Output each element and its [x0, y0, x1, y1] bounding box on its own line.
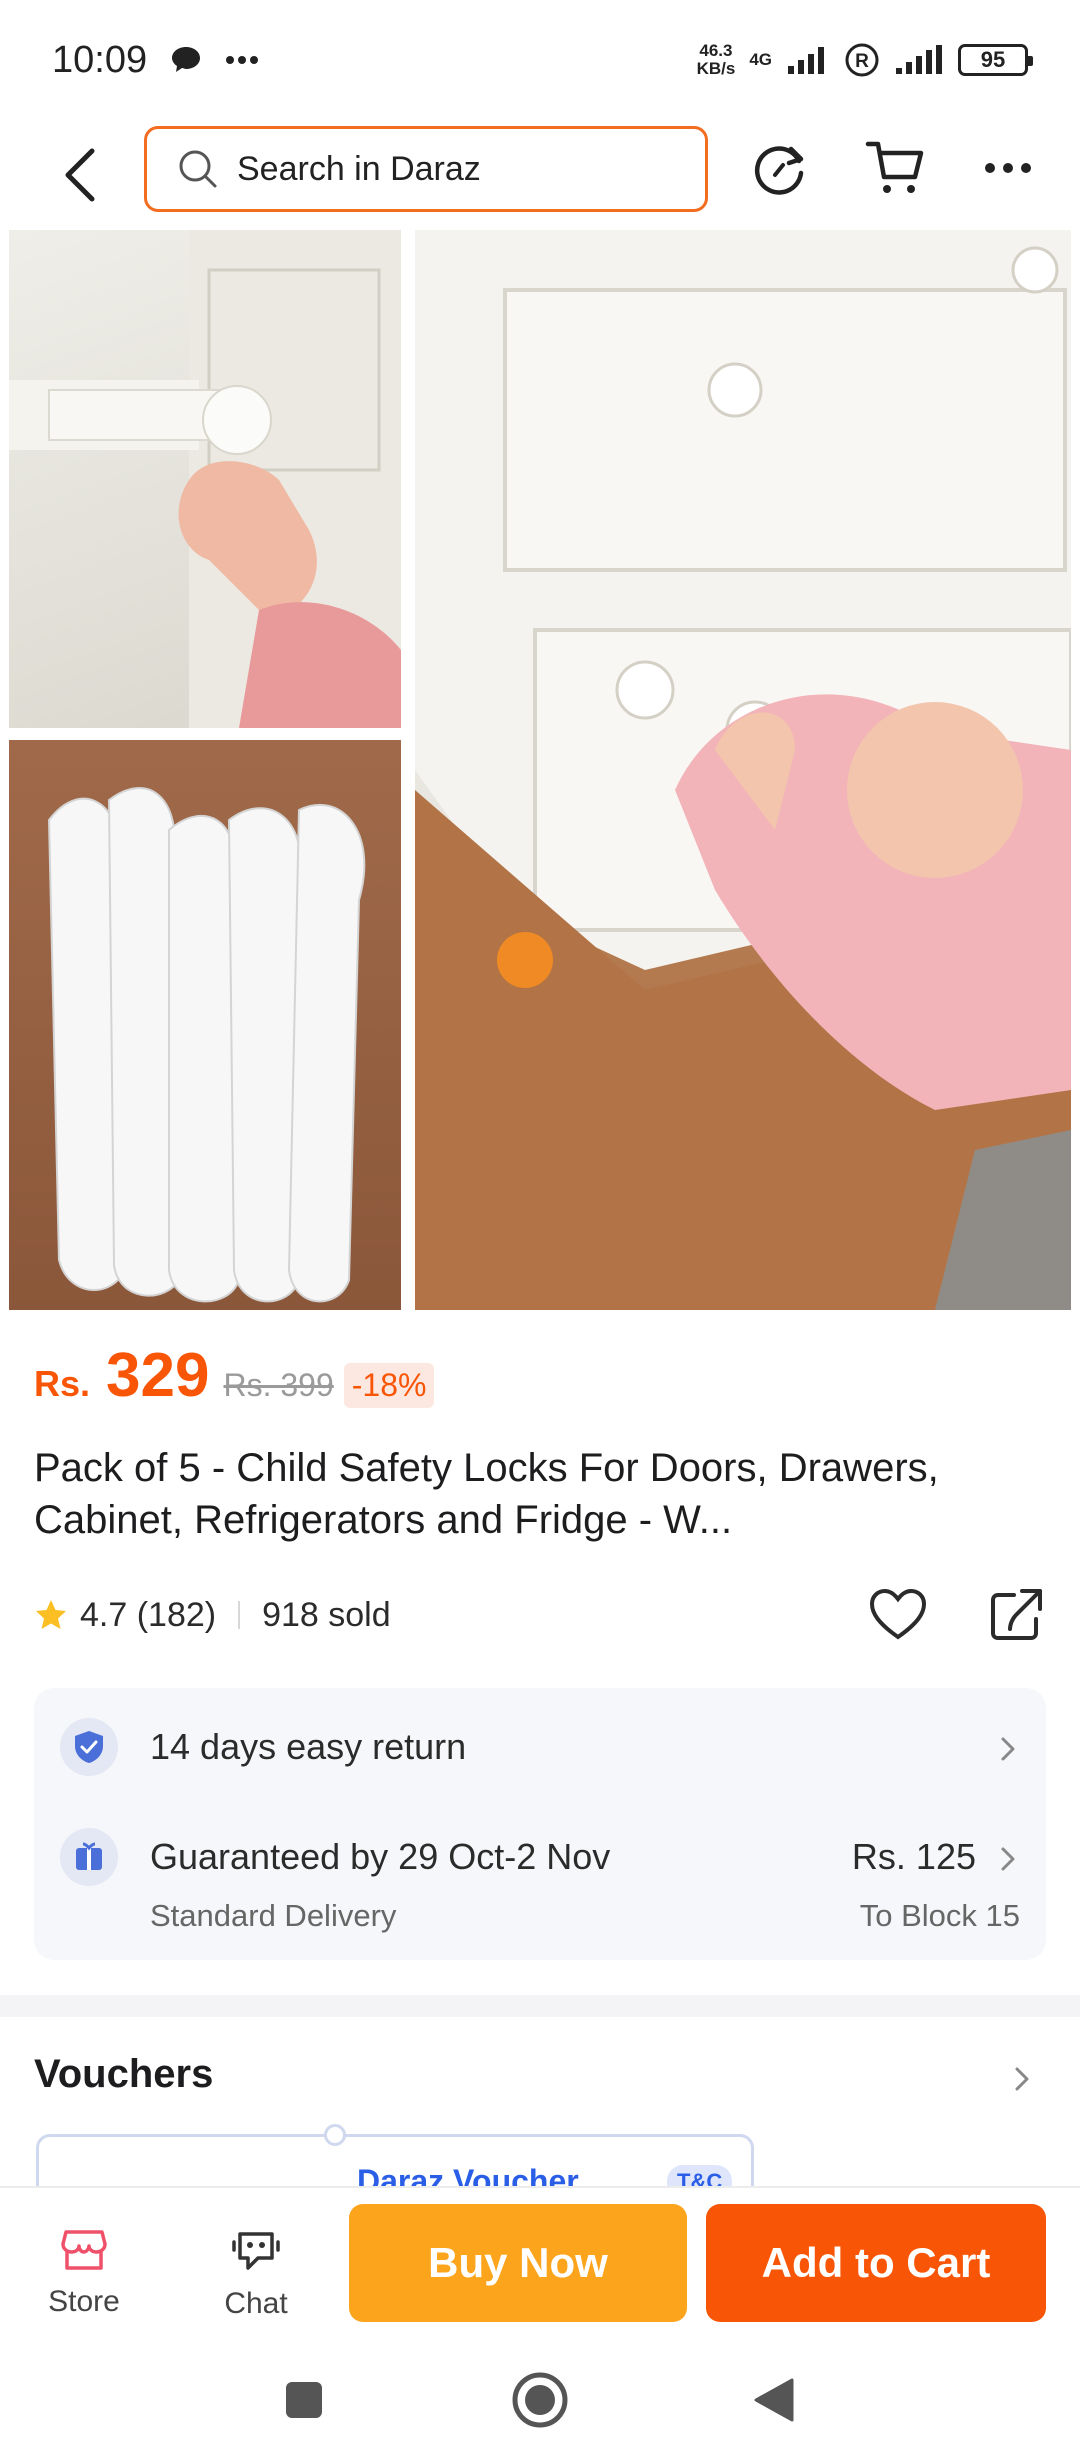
search-input[interactable]: Search in Daraz	[144, 126, 708, 212]
chevron-right-icon[interactable]	[1010, 2064, 1034, 2094]
refresh-icon	[754, 146, 804, 195]
more-options-button[interactable]	[972, 132, 1044, 204]
signal-icon	[788, 47, 824, 74]
delivery-type: Standard Delivery	[150, 1898, 397, 1933]
signal-icon-2	[896, 45, 942, 74]
chat-icon	[232, 2232, 280, 2270]
delivery-location: To Block 15	[859, 1898, 1020, 1933]
current-price: 329	[106, 1341, 210, 1410]
back-nav-button[interactable]	[742, 2368, 806, 2432]
battery-indicator: 95	[958, 44, 1033, 76]
status-bar: 10:09 46.3 KB/s 4G R 95	[0, 0, 1080, 120]
star-icon	[36, 1600, 66, 1629]
bottom-action-bar: Store Chat Buy Now Add to Cart	[0, 2186, 1080, 2340]
top-nav: Search in Daraz	[0, 120, 1080, 230]
heart-icon	[869, 1588, 927, 1640]
svg-text:R: R	[855, 51, 869, 72]
share-icon	[991, 1589, 1042, 1640]
refresh-button[interactable]	[744, 132, 816, 204]
add-to-cart-button[interactable]: Add to Cart	[706, 2204, 1046, 2322]
wishlist-button[interactable]	[868, 1585, 928, 1645]
voucher-notch	[324, 2124, 346, 2146]
search-placeholder: Search in Daraz	[237, 149, 481, 188]
more-dots-icon	[226, 56, 259, 64]
section-divider	[0, 1995, 1080, 2017]
network-type: 4G	[749, 50, 772, 69]
product-image-gallery[interactable]	[9, 230, 1071, 1310]
vouchers-heading[interactable]: Vouchers	[34, 2052, 213, 2097]
recents-button[interactable]	[272, 2368, 336, 2432]
delivery-estimate-text: Guaranteed by 29 Oct-2 Nov	[150, 1836, 611, 1877]
registered-icon: R	[845, 43, 879, 77]
network-speed: 46.3 KB/s	[696, 41, 736, 78]
cart-button[interactable]	[860, 132, 932, 204]
sold-count: 918 sold	[262, 1595, 391, 1634]
back-button[interactable]	[50, 142, 110, 208]
home-button[interactable]	[508, 2368, 572, 2432]
share-button[interactable]	[986, 1585, 1046, 1645]
chat-tab[interactable]: Chat	[196, 2228, 316, 2321]
more-horizontal-icon	[985, 163, 1031, 173]
search-icon	[179, 150, 217, 188]
triangle-back-icon	[754, 2378, 794, 2422]
price-row: Rs. 329 Rs. 399 -18%	[34, 1340, 435, 1411]
chevron-right-icon	[1001, 1737, 1015, 1761]
delivery-row[interactable]: Guaranteed by 29 Oct-2 Nov Standard Deli…	[60, 1828, 1020, 1938]
service-info-card: 14 days easy return Guaranteed by 29 Oct…	[34, 1688, 1046, 1960]
discount-badge: -18%	[343, 1363, 435, 1408]
status-time: 10:09	[52, 38, 148, 81]
square-icon	[286, 2382, 322, 2418]
chat-label: Chat	[224, 2287, 288, 2320]
store-icon	[61, 2230, 107, 2270]
store-tab[interactable]: Store	[24, 2228, 144, 2319]
buy-now-button[interactable]: Buy Now	[349, 2204, 687, 2322]
chat-bubble-icon	[172, 47, 201, 72]
cart-icon	[865, 141, 924, 193]
product-photo-baby-dresser	[415, 230, 1071, 1310]
rating-row: 4.7 (182) 918 sold	[34, 1585, 1046, 1645]
product-photo-drawer-lock	[9, 230, 401, 728]
product-title[interactable]: Pack of 5 - Child Safety Locks For Doors…	[34, 1442, 1044, 1546]
return-policy-text: 14 days easy return	[150, 1726, 467, 1767]
chevron-right-icon	[1001, 1847, 1015, 1871]
rating-value[interactable]: 4.7 (182)	[80, 1596, 216, 1635]
product-photo-locks-pack	[9, 740, 401, 1310]
return-policy-row[interactable]: 14 days easy return	[60, 1718, 1020, 1778]
delivery-box-icon	[60, 1828, 118, 1886]
store-label: Store	[48, 2285, 120, 2318]
chevron-left-icon	[65, 148, 95, 202]
home-circle-icon	[512, 2372, 568, 2428]
original-price: Rs. 399	[223, 1367, 334, 1403]
price-currency: Rs.	[34, 1363, 91, 1404]
shield-check-icon	[60, 1718, 118, 1776]
system-nav-bar	[0, 2340, 1080, 2460]
divider	[238, 1601, 241, 1629]
delivery-fee: Rs. 125	[851, 1836, 976, 1877]
